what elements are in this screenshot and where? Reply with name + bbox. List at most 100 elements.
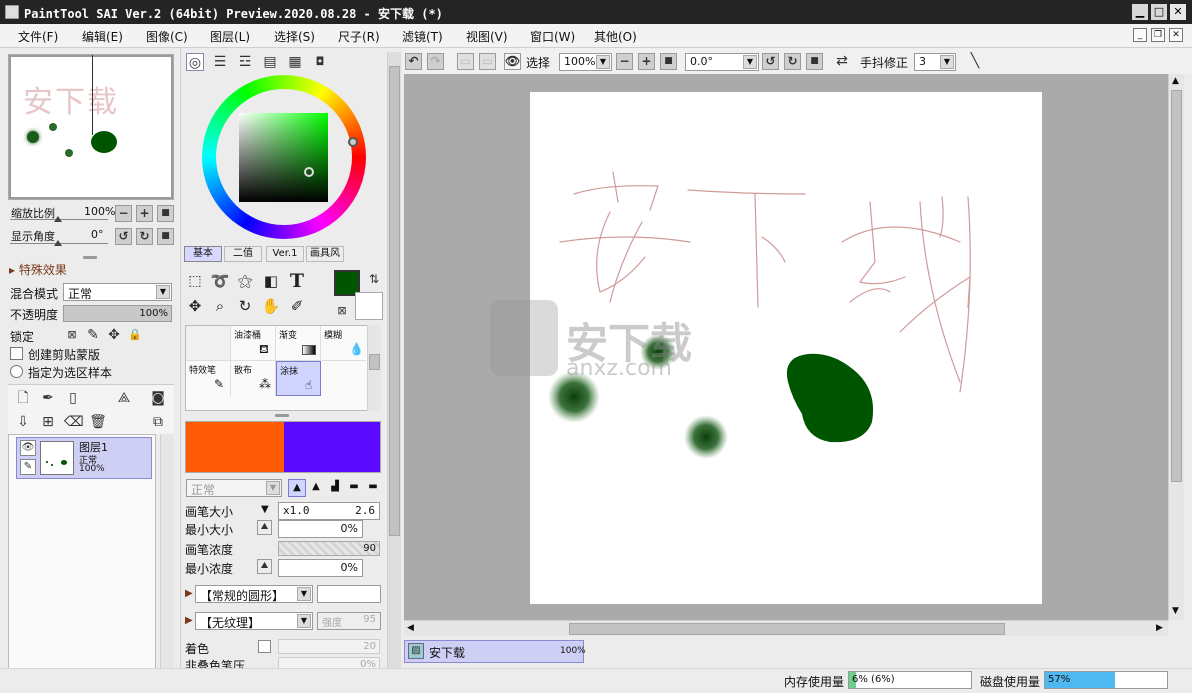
min-size-field[interactable]: 0% (278, 520, 363, 538)
rect-select-icon[interactable]: ⬚ (184, 270, 206, 292)
tool-panel-scroll-thumb[interactable] (389, 66, 400, 536)
tool-panel-scrollbar[interactable] (387, 52, 401, 668)
pressure-density-icon[interactable]: ⛰ (257, 559, 272, 574)
flip-horizontal-icon[interactable]: ⇄ (833, 52, 851, 70)
scratchpad-tab-icon[interactable]: ◘ (311, 53, 329, 71)
edge-option[interactable]: ▬ (364, 479, 382, 497)
rgb-slider-tab-icon[interactable]: ☰ (211, 53, 229, 71)
shape-expand-icon[interactable]: ▶ (185, 588, 193, 599)
hand-icon[interactable]: ✋ (260, 295, 282, 317)
new-pen-layer-icon[interactable]: ✒ (39, 389, 57, 407)
menu-other[interactable]: 其他(O) (594, 28, 637, 45)
color-wheel-tab-icon[interactable]: ◎ (186, 53, 204, 71)
new-layer-icon[interactable]: 🗋 (14, 389, 32, 407)
brush-tool-cell[interactable] (186, 326, 231, 361)
eye-icon[interactable]: 👁 (20, 440, 36, 456)
brush-grid-scrollbar[interactable] (367, 325, 381, 411)
canvas-rotate-left-button[interactable]: ↺ (762, 53, 779, 70)
canvas-angle-select[interactable]: 0.0° ▼ (685, 53, 759, 71)
color-tab-binary[interactable]: 二值 (224, 246, 262, 262)
next-option-slider[interactable]: 0% (278, 657, 380, 668)
menu-window[interactable]: 窗口(W) (530, 28, 575, 45)
canvas-rotate-right-button[interactable]: ↻ (784, 53, 801, 70)
menu-image[interactable]: 图像(C) (146, 28, 188, 45)
text-tool-icon[interactable]: T (286, 270, 308, 292)
brush-tool-cell[interactable]: 模糊 💧 (321, 326, 366, 361)
layer-row[interactable]: 👁 ✎ 图层1 正常 100% (16, 437, 152, 479)
new-folder-icon[interactable]: ▯ (64, 389, 82, 407)
canvas-zoom-reset-button[interactable]: ■ (660, 53, 677, 70)
mdi-close-button[interactable]: ✕ (1169, 28, 1183, 42)
rotate-reset-button[interactable]: ■ (157, 228, 174, 245)
eyedropper-icon[interactable]: ✐ (286, 295, 308, 317)
sv-marker[interactable] (304, 167, 314, 177)
canvas-zoom-out-button[interactable]: − (616, 53, 633, 70)
clip-checkbox[interactable] (10, 347, 23, 360)
brush-tool-cell[interactable]: 散布 ⁂ (231, 361, 276, 396)
scroll-down-icon[interactable]: ▼ (1172, 606, 1179, 616)
edge-option[interactable]: ▬ (345, 479, 363, 497)
canvas-document[interactable]: 安下载 anxz.com (490, 92, 1042, 604)
minimize-button[interactable]: ▁ (1132, 4, 1148, 20)
brush-shape-select[interactable]: 【常规的圆形】 ▼ (195, 585, 313, 603)
brush-icon[interactable]: ✎ (20, 459, 36, 475)
navigator-preview[interactable]: 安下载 (8, 54, 174, 200)
pressure-size-icon[interactable]: ⛰ (257, 520, 272, 535)
blend-mode-select[interactable]: 正常 ▼ (63, 283, 172, 301)
swatch-tab-icon[interactable]: ▤ (261, 53, 279, 71)
move-icon[interactable]: ✥ (184, 295, 206, 317)
transparent-color-icon[interactable]: ⊠ (333, 302, 351, 320)
brush-tool-cell[interactable]: 渐变 (276, 326, 321, 361)
lock-all-icon[interactable]: 🔒 (126, 326, 144, 344)
lock-transparency-icon[interactable]: ⊠ (63, 326, 81, 344)
texture-expand-icon[interactable]: ▶ (185, 615, 193, 626)
density-slider[interactable]: 90 (278, 541, 380, 556)
scroll-left-icon[interactable]: ◀ (407, 623, 414, 633)
color-tab-basic[interactable]: 基本 (184, 246, 222, 262)
zoom-slider-handle[interactable] (54, 216, 62, 222)
add-layer-icon[interactable]: ⊞ (39, 413, 57, 431)
scroll-right-icon[interactable]: ▶ (1156, 623, 1163, 633)
brush-tool-cell[interactable]: 油漆桶 ⛾ (231, 326, 276, 361)
canvas-vscrollbar[interactable]: ▲ ▼ (1168, 74, 1184, 620)
min-density-field[interactable]: 0% (278, 559, 363, 577)
clear-layer-icon[interactable]: ⌫ (64, 413, 84, 431)
select-src-radio[interactable] (10, 365, 23, 378)
maximize-button[interactable]: □ (1151, 4, 1167, 20)
lock-paint-icon[interactable]: ✎ (84, 326, 102, 344)
layer-effect-icon[interactable]: ⟁ (115, 389, 133, 407)
undo-button[interactable]: ↶ (405, 53, 422, 70)
swap-colors-icon[interactable]: ⇅ (365, 270, 383, 288)
lock-move-icon[interactable]: ✥ (105, 326, 123, 344)
stabilizer-select[interactable]: 3 ▼ (914, 53, 956, 71)
scroll-up-icon[interactable]: ▲ (1172, 76, 1179, 86)
color-tab-ver1[interactable]: Ver.1 (266, 246, 304, 262)
invert-selection-button[interactable]: ▭ (479, 53, 496, 70)
zoom-tool-icon[interactable]: ⌕ (209, 295, 231, 317)
document-tab[interactable]: ▨ 安下载 100% (404, 640, 586, 663)
magic-wand-icon[interactable]: ⚝ (234, 270, 256, 292)
canvas-vscroll-thumb[interactable] (1171, 90, 1182, 482)
hsv-slider-tab-icon[interactable]: ☲ (236, 53, 254, 71)
swatch-orange[interactable] (186, 422, 284, 472)
texture-strength-field[interactable]: 强度 95 (317, 612, 381, 630)
eye-icon[interactable]: 👁 (504, 53, 521, 70)
secondary-color-swatch[interactable] (355, 292, 383, 320)
edge-option[interactable]: ▟ (326, 479, 344, 497)
close-button[interactable]: ✕ (1170, 4, 1186, 20)
zoom-out-button[interactable]: − (115, 205, 132, 222)
menu-ruler[interactable]: 尺子(R) (338, 28, 380, 45)
deselect-button[interactable]: ▭ (457, 53, 474, 70)
menu-filter[interactable]: 滤镜(T) (402, 28, 443, 45)
tint-slider[interactable]: 20 (278, 639, 380, 654)
lasso-icon[interactable]: ➰ (209, 270, 231, 292)
canvas-hscroll-thumb[interactable] (569, 623, 1005, 635)
canvas-hscrollbar[interactable]: ◀ ▶ (404, 620, 1168, 636)
brush-mode-select[interactable]: 正常 ▼ (186, 479, 282, 497)
brush-size-field[interactable]: x1.0 2.6 (278, 502, 380, 520)
size-multiplier-dropdown-icon[interactable]: ▼ (261, 504, 269, 515)
layer-list-scrollbar[interactable] (160, 434, 174, 693)
canvas-rotate-reset-button[interactable]: ■ (806, 53, 823, 70)
color-swatch-bar[interactable] (185, 421, 381, 473)
color-tab-painter[interactable]: 画具风 (306, 246, 344, 262)
